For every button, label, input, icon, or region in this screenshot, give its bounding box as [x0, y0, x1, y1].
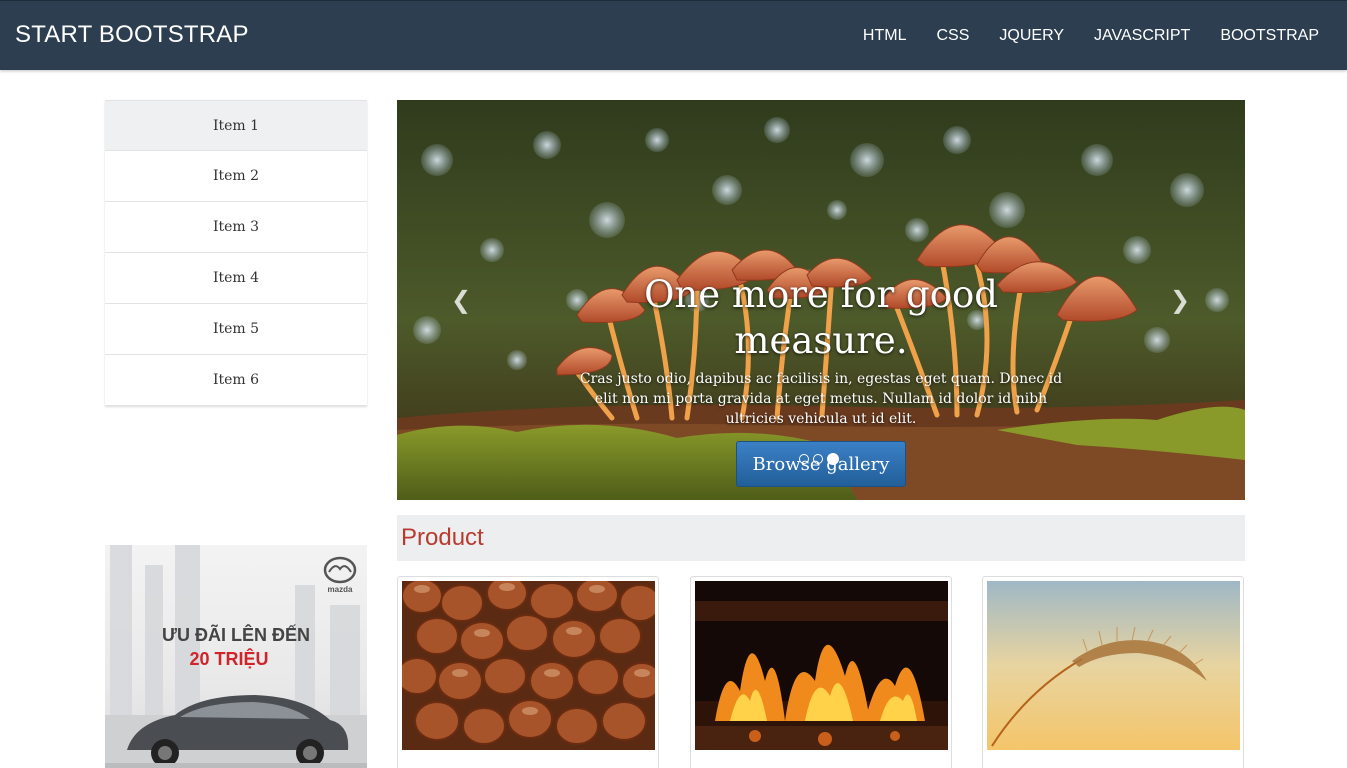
ad-brand: mazda	[327, 585, 353, 594]
top-navbar: START BOOTSTRAP HTML CSS JQUERY JAVASCRI…	[0, 0, 1347, 70]
sidebar-item-2[interactable]: Item 2	[105, 151, 367, 202]
carousel-indicator-3[interactable]	[827, 453, 839, 465]
product-card-1[interactable]	[397, 576, 659, 768]
nav-link-css[interactable]: CSS	[921, 27, 984, 45]
carousel-indicator-2[interactable]	[813, 454, 823, 464]
product-card-2[interactable]	[690, 576, 952, 768]
carousel-indicator-1[interactable]	[799, 454, 809, 464]
mazda-advertisement[interactable]: mazda ƯU ĐÃI LÊN ĐẾN 20 TRIỆU	[105, 545, 367, 768]
nav-link-jquery[interactable]: JQUERY	[984, 27, 1079, 45]
sidebar-item-4[interactable]: Item 4	[105, 253, 367, 304]
product-title: Product	[401, 524, 484, 551]
nav-link-javascript[interactable]: JAVASCRIPT	[1079, 27, 1205, 45]
sidebar-item-1[interactable]: Item 1	[105, 100, 367, 151]
brand-link[interactable]: START BOOTSTRAP	[15, 21, 249, 49]
product-section-header: Product	[397, 515, 1245, 561]
carousel-indicators	[799, 453, 839, 465]
chevron-left-icon[interactable]: ❮	[449, 286, 473, 314]
nav-link-html[interactable]: HTML	[848, 27, 922, 45]
nav-menu: HTML CSS JQUERY JAVASCRIPT BOOTSTRAP	[848, 1, 1334, 71]
grass-sunset-image	[987, 581, 1240, 750]
nav-link-bootstrap[interactable]: BOOTSTRAP	[1205, 27, 1334, 45]
sidebar-item-5[interactable]: Item 5	[105, 304, 367, 355]
ad-promo-line-1: ƯU ĐÃI LÊN ĐẾN	[162, 625, 310, 645]
carousel-text: Cras justo odio, dapibus ac facilisis in…	[579, 371, 1063, 427]
hero-carousel: ❮ ❯ One more for good measure. Cras just…	[397, 100, 1245, 500]
ad-promo-line-2: 20 TRIỆU	[189, 649, 269, 669]
sidebar-list: Item 1 Item 2 Item 3 Item 4 Item 5 Item …	[105, 100, 367, 406]
sidebar-item-6[interactable]: Item 6	[105, 355, 367, 406]
carousel-heading: One more for good measure.	[644, 273, 998, 362]
chevron-right-icon[interactable]: ❯	[1168, 286, 1192, 314]
product-card-3[interactable]	[982, 576, 1244, 768]
mazda-logo-icon	[323, 556, 357, 584]
hazelnuts-image	[402, 581, 655, 750]
sidebar-item-3[interactable]: Item 3	[105, 202, 367, 253]
fireplace-image	[695, 581, 948, 750]
